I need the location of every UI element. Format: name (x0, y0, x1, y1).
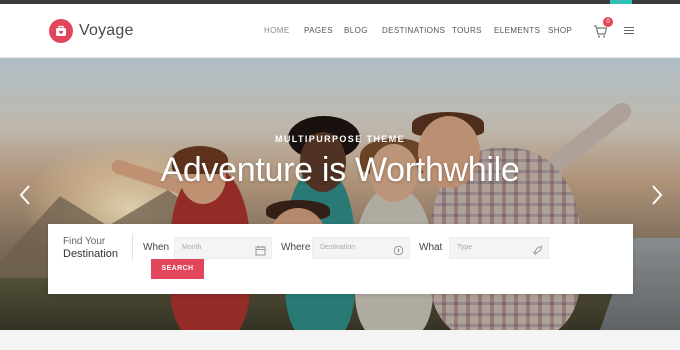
search-button[interactable]: SEARCH (151, 259, 204, 279)
hamburger-menu-icon[interactable] (624, 27, 634, 35)
nav-tours[interactable]: TOURS (452, 26, 482, 35)
logo-icon[interactable] (49, 19, 73, 43)
nav-blog[interactable]: BLOG (344, 26, 368, 35)
compass-icon[interactable] (393, 243, 404, 256)
when-placeholder: Month (182, 244, 202, 251)
calendar-icon[interactable] (255, 243, 266, 256)
chevron-right-icon[interactable] (650, 184, 664, 206)
search-title-line1: Find Your (63, 236, 106, 247)
what-label: What (419, 242, 443, 253)
destination-search-form: Find Your Destination When Month Where D… (48, 224, 633, 294)
hero-headline: Adventure is Worthwhile (160, 151, 520, 189)
what-placeholder: Type (457, 244, 473, 251)
hero-eyebrow: MULTIPURPOSE THEME (274, 134, 406, 144)
nav-shop[interactable]: SHOP (548, 26, 572, 35)
rocket-icon[interactable] (532, 243, 543, 256)
nav-destinations[interactable]: DESTINATIONS (382, 26, 445, 35)
site-header: Voyage HOME PAGES BLOG DESTINATIONS TOUR… (0, 4, 680, 58)
when-label: When (143, 242, 170, 253)
nav-pages[interactable]: PAGES (304, 26, 333, 35)
divider (132, 234, 133, 260)
search-title-line2: Destination (63, 248, 119, 260)
where-field[interactable]: Destination (312, 237, 410, 259)
cart-count-badge: 0 (603, 17, 613, 27)
what-field[interactable]: Type (449, 237, 549, 259)
where-label: Where (281, 242, 311, 253)
nav-home[interactable]: HOME (264, 26, 290, 35)
chevron-left-icon[interactable] (18, 184, 32, 206)
nav-elements[interactable]: ELEMENTS (494, 26, 540, 35)
brand-name[interactable]: Voyage (79, 22, 134, 40)
when-field[interactable]: Month (174, 237, 272, 259)
where-placeholder: Destination (320, 244, 356, 251)
